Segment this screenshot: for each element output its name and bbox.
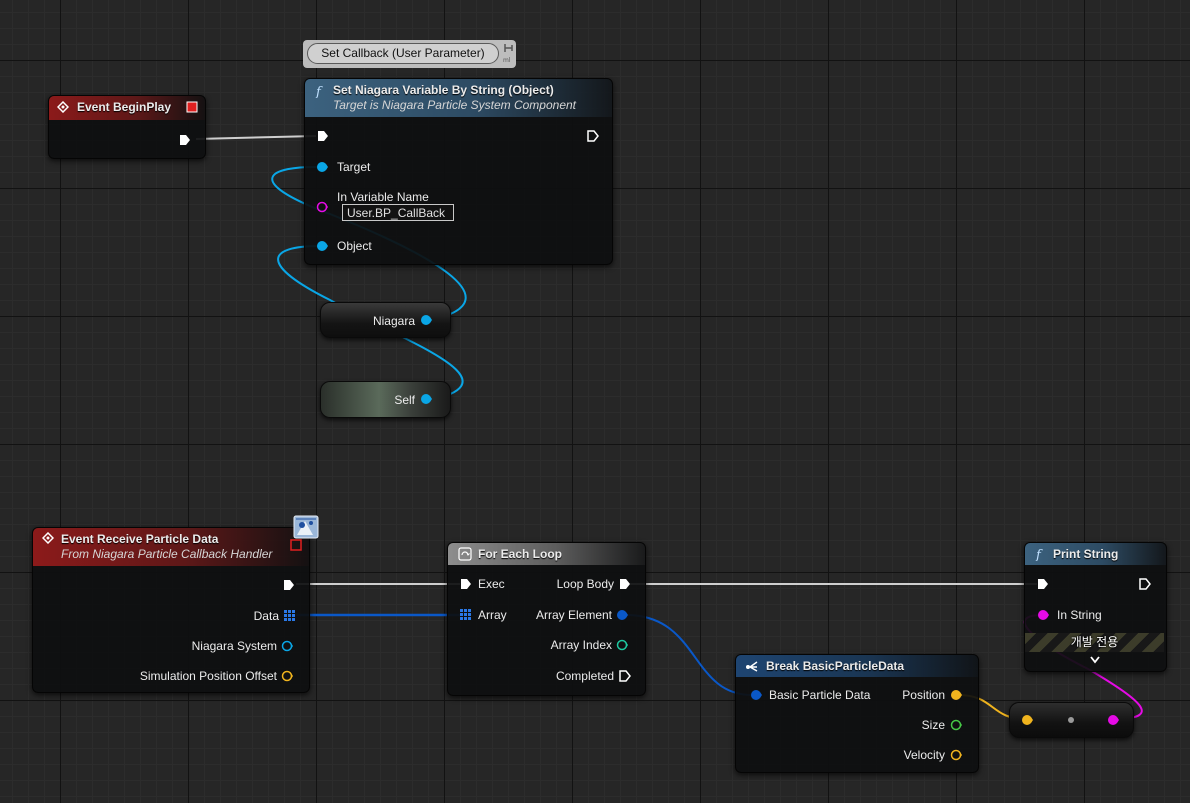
niagara-callback-icon [293, 515, 319, 539]
self-object-out-pin[interactable] [420, 393, 432, 405]
pin-label-array-element: Array Element [535, 608, 612, 622]
position-pin[interactable] [950, 689, 962, 701]
node-title: Event BeginPlay [77, 100, 172, 114]
event-beginplay-node[interactable]: Event BeginPlay [48, 95, 206, 159]
function-f-icon: f [1035, 548, 1043, 561]
svg-text:ml: ml [503, 57, 511, 64]
break-header: Break BasicParticleData [736, 655, 978, 677]
delegate-icon[interactable] [186, 101, 198, 113]
set-niagara-header: Set Niagara Variable By String (Object) … [305, 79, 612, 117]
variable-label-niagara: Niagara [372, 314, 415, 328]
target-pin[interactable] [316, 161, 328, 173]
conversion-dot-icon [1068, 717, 1074, 723]
chevron-down-icon[interactable] [1089, 655, 1101, 665]
array-index-pin[interactable] [616, 639, 628, 651]
event-receive-particle-data-node[interactable]: Event Receive Particle Data From Niagara… [32, 527, 310, 693]
pin-label-completed: Completed [555, 669, 614, 683]
exec-wire [195, 135, 317, 140]
in-variable-name-pin[interactable] [316, 201, 328, 213]
conversion-string-out-pin[interactable] [1107, 714, 1119, 726]
pin-label-sim-offset: Simulation Position Offset [139, 669, 277, 683]
niagara-object-out-pin[interactable] [420, 314, 432, 326]
object-pin[interactable] [316, 240, 328, 252]
variable-label-self: Self [394, 393, 415, 407]
node-title: Event Receive Particle Data [61, 532, 219, 546]
node-subtitle: Target is Niagara Particle System Compon… [333, 98, 576, 112]
completed-pin[interactable] [619, 670, 631, 682]
pin-label-size: Size [921, 718, 945, 732]
for-each-header: For Each Loop [448, 543, 645, 565]
velocity-pin[interactable] [950, 749, 962, 761]
pin-label-target: Target [337, 160, 371, 174]
size-pin[interactable] [950, 719, 962, 731]
in-variable-name-input[interactable]: User.BP_CallBack [342, 204, 454, 221]
node-title: Break BasicParticleData [766, 659, 905, 673]
exec-out-pin[interactable] [179, 134, 191, 146]
event-beginplay-header: Event BeginPlay [49, 96, 205, 120]
exec-out-pin[interactable] [1139, 578, 1151, 590]
pin-label-niagara-system: Niagara System [191, 639, 277, 653]
pin-label-in-string: In String [1057, 608, 1102, 622]
svg-text:f: f [315, 85, 323, 98]
pin-label-in-variable-name: In Variable Name [337, 190, 429, 204]
pin-label-velocity: Velocity [903, 748, 945, 762]
exec-out-pin[interactable] [283, 579, 295, 591]
self-node[interactable]: Self [320, 381, 451, 418]
pin-label-object: Object [337, 239, 372, 253]
for-each-loop-node[interactable]: For Each Loop Exec Loop Body Array Array… [447, 542, 646, 696]
pin-comment-icon[interactable]: ml [502, 42, 514, 64]
pin-label-position: Position [902, 688, 945, 702]
exec-in-pin[interactable] [1037, 578, 1049, 590]
svg-text:f: f [1035, 548, 1043, 561]
event-diamond-icon [42, 532, 54, 544]
development-only-banner: 개발 전용 [1025, 633, 1164, 652]
print-string-node[interactable]: Print String f In String [1024, 542, 1167, 672]
set-niagara-variable-node[interactable]: Set Niagara Variable By String (Object) … [304, 78, 613, 265]
event-diamond-icon [57, 101, 69, 113]
function-f-icon: f [315, 85, 323, 98]
data-array-pin[interactable] [284, 610, 296, 622]
conversion-vector-in-pin[interactable] [1021, 714, 1033, 726]
pin-label-data: Data [253, 609, 279, 623]
in-string-pin[interactable] [1037, 609, 1049, 621]
node-title: For Each Loop [478, 547, 562, 561]
node-title: Print String [1053, 547, 1119, 561]
loop-body-pin[interactable] [619, 578, 631, 590]
vector-to-string-conversion-node[interactable] [1009, 702, 1134, 738]
comment-text: Set Callback (User Parameter) [307, 43, 499, 64]
sim-offset-pin[interactable] [281, 670, 293, 682]
macro-loop-icon [458, 547, 472, 561]
pin-label-loop-body: Loop Body [556, 577, 614, 591]
niagara-variable-node[interactable]: Niagara [320, 302, 451, 338]
break-struct-icon [746, 661, 758, 672]
niagara-system-pin[interactable] [281, 640, 293, 652]
event-receive-header: Event Receive Particle Data From Niagara… [33, 528, 309, 566]
break-basic-particle-data-node[interactable]: Break BasicParticleData Basic Particle D… [735, 654, 979, 773]
node-subtitle: From Niagara Particle Callback Handler [61, 547, 273, 561]
comment-box[interactable]: Set Callback (User Parameter) ml [303, 40, 516, 68]
array-element-pin[interactable] [616, 609, 628, 621]
exec-in-pin[interactable] [317, 130, 329, 142]
node-title: Set Niagara Variable By String (Object) [333, 83, 554, 97]
exec-out-pin[interactable] [587, 130, 599, 142]
pin-label-array-index: Array Index [550, 638, 612, 652]
